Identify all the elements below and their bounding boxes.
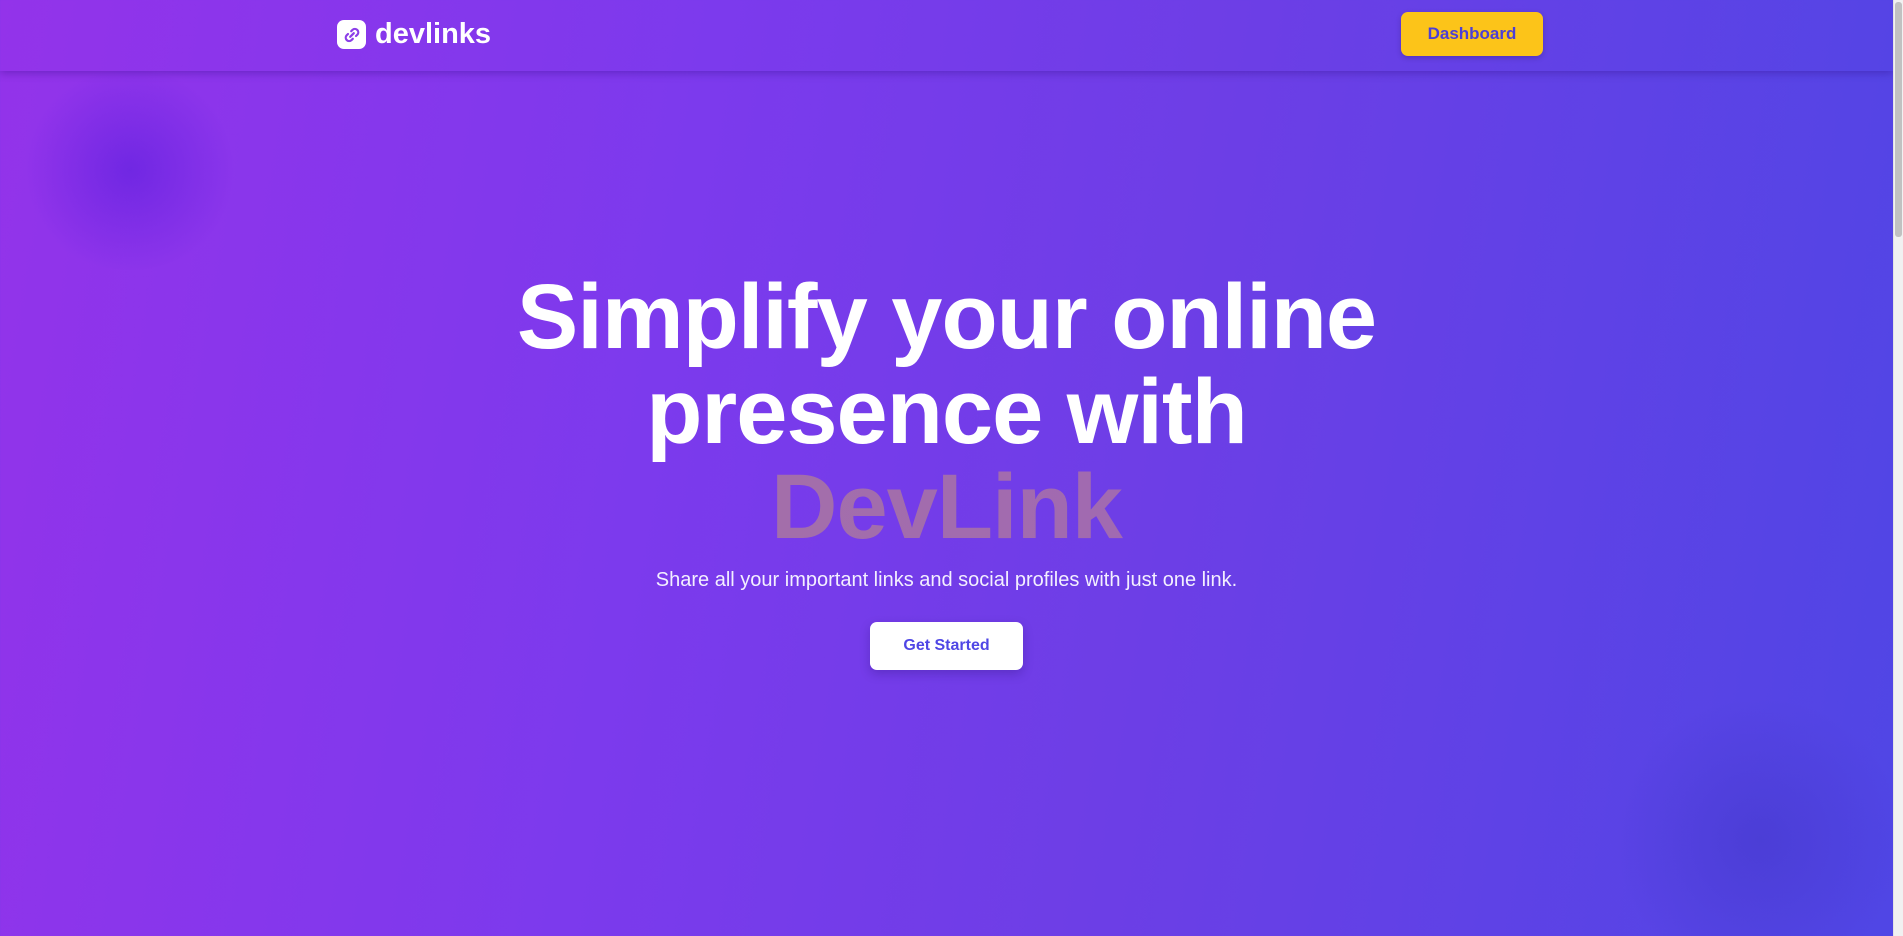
brand-logo[interactable]: devlinks (337, 18, 491, 51)
hero-headline: Simplify your online presence with DevLi… (0, 270, 1893, 555)
headline-line-1: Simplify your online (516, 266, 1377, 368)
hero-section: Simplify your online presence with DevLi… (0, 270, 1893, 670)
background-glow-bottom-right (1610, 700, 1903, 936)
background-glow-top-left (20, 70, 240, 270)
get-started-button[interactable]: Get Started (870, 622, 1023, 670)
headline-line-2: presence with (646, 361, 1248, 463)
scrollbar-thumb[interactable] (1895, 2, 1902, 237)
top-nav: devlinks Dashboard (0, 0, 1893, 71)
link-icon (337, 20, 366, 49)
dashboard-button[interactable]: Dashboard (1401, 12, 1543, 56)
brand-name: devlinks (375, 18, 492, 50)
headline-accent: DevLink (0, 460, 1893, 555)
hero-subtitle: Share all your important links and socia… (655, 569, 1238, 591)
